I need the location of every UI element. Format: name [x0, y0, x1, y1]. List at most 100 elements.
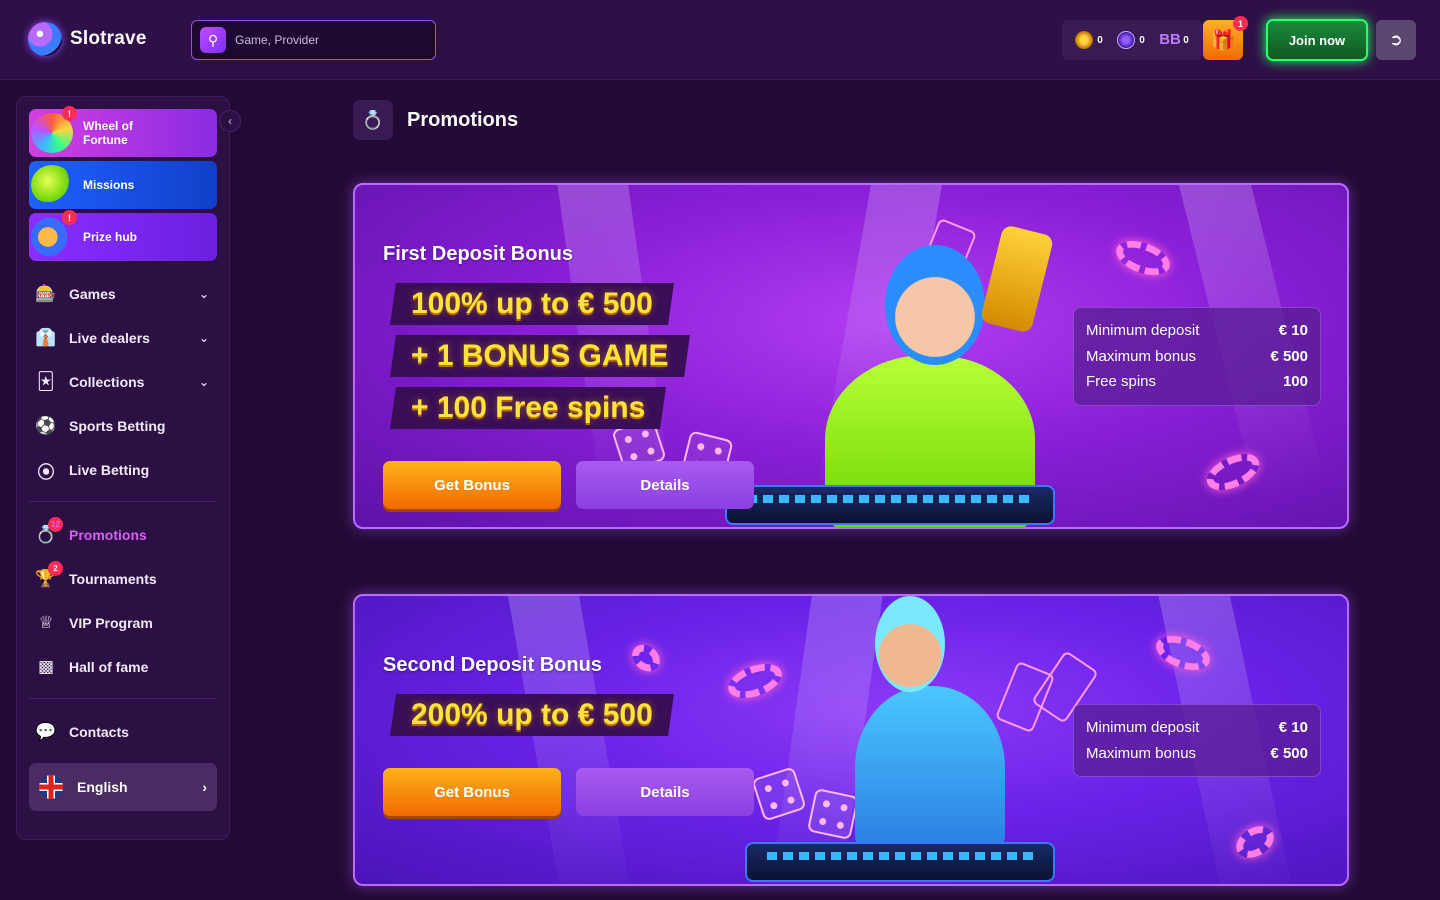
chat-icon: 💬 [35, 722, 57, 741]
spotlight-beam [505, 596, 634, 884]
offer-line: 100% up to € 500 [390, 283, 674, 325]
get-bonus-button[interactable]: Get Bonus [383, 461, 561, 509]
dj-console-illustration [725, 485, 1055, 525]
ring-icon: 💍 [353, 100, 393, 140]
brand-logo[interactable]: Slotrave [28, 22, 147, 56]
sidebar-item-promotions[interactable]: 💍 12 Promotions [35, 517, 215, 550]
dj-girl-head [885, 245, 985, 365]
chevron-down-icon[interactable]: ⌄ [199, 331, 209, 345]
info-label: Free spins [1086, 373, 1157, 391]
dj-guy-illustration [855, 686, 1005, 856]
casino-chip-icon [626, 639, 666, 677]
chevron-down-icon[interactable]: ⌄ [199, 287, 209, 301]
offer-line: 200% up to € 500 [390, 694, 674, 736]
dj-guy-head [875, 596, 945, 692]
bonus-balance-icon: BB [1159, 31, 1181, 48]
ring-icon: 💍 12 [35, 517, 63, 545]
coin-icon [1075, 31, 1094, 49]
missions-icon [31, 165, 73, 205]
join-now-button[interactable]: Join now [1266, 19, 1368, 61]
top-header: Slotrave ⚲ 0 0 BB 0 🎁 1 Join now ➲ [0, 0, 1440, 80]
details-button[interactable]: Details [576, 461, 754, 509]
sidebar-item-label: Missions [83, 178, 135, 192]
bonus-balance-counter[interactable]: BB 0 [1159, 31, 1189, 49]
sidebar-divider [29, 501, 217, 502]
coins-counter[interactable]: 0 [1075, 31, 1103, 49]
search-input[interactable] [235, 33, 415, 47]
sidebar-collapse-button[interactable]: ‹ [219, 110, 241, 132]
wallet-counters[interactable]: 0 0 BB 0 [1062, 20, 1202, 60]
notification-badge: ! [62, 106, 77, 121]
gift-button[interactable]: 🎁 1 [1203, 16, 1248, 60]
trophy-icon: 🏆 2 [35, 561, 63, 589]
sidebar: ! Wheel of Fortune Missions ! Prize hub … [16, 96, 230, 840]
info-label: Minimum deposit [1086, 322, 1200, 340]
search-icon[interactable]: ⚲ [200, 27, 226, 53]
sidebar-item-live-betting[interactable]: ⦿ Live Betting [35, 455, 215, 485]
offer-text: 200% up to € 500 [411, 698, 653, 731]
info-row: Maximum bonus € 500 [1086, 344, 1308, 370]
sidebar-item-live-dealers[interactable]: 👔 Live dealers ⌄ [35, 323, 215, 353]
notification-badge: 12 [48, 517, 63, 532]
sidebar-item-label: Collections [69, 374, 145, 390]
promo-heading: Second Deposit Bonus [383, 654, 602, 676]
free-spins-value: 0 [1139, 34, 1145, 46]
info-label: Maximum bonus [1086, 744, 1197, 762]
broadcast-icon: ⦿ [37, 462, 55, 482]
dice-icon [806, 787, 860, 841]
login-button[interactable]: ➲ [1376, 20, 1416, 60]
language-label: English [77, 779, 128, 795]
sidebar-item-label: Contacts [69, 724, 129, 740]
search-bar[interactable]: ⚲ [191, 20, 436, 60]
chevron-right-icon: › [202, 779, 207, 795]
sidebar-item-contacts[interactable]: 💬 Contacts [35, 717, 215, 747]
sidebar-item-hall-of-fame[interactable]: ▩ Hall of fame [35, 652, 215, 682]
get-bonus-button[interactable]: Get Bonus [383, 768, 561, 816]
cards-icon: 🃏 [37, 372, 55, 391]
offer-text: 100% up to € 500 [411, 287, 653, 320]
soccer-ball-icon: ⚽ [35, 416, 57, 435]
brand-name: Slotrave [70, 28, 147, 49]
info-label: Maximum bonus [1086, 347, 1197, 365]
info-value: € 10 [1278, 719, 1308, 737]
page-title: Promotions [407, 108, 519, 131]
sidebar-item-label: Games [69, 286, 116, 302]
info-value: € 10 [1278, 322, 1308, 340]
info-row: Minimum deposit € 10 [1086, 318, 1308, 344]
sidebar-item-label: Wheel of Fortune [83, 119, 133, 147]
promo-info-box: Minimum deposit € 10 Maximum bonus € 500… [1073, 307, 1321, 406]
sidebar-item-collections[interactable]: 🃏 Collections ⌄ [35, 367, 215, 397]
sidebar-wheel-of-fortune[interactable]: ! Wheel of Fortune [29, 106, 217, 157]
promo-info-box: Minimum deposit € 10 Maximum bonus € 500 [1073, 704, 1321, 777]
sidebar-item-vip-program[interactable]: ♕ VIP Program [35, 608, 215, 638]
chevron-down-icon[interactable]: ⌄ [199, 375, 209, 389]
sidebar-prize-hub[interactable]: ! Prize hub [29, 210, 217, 261]
free-spins-counter[interactable]: 0 [1117, 31, 1145, 49]
promo-card-second-deposit: Second Deposit Bonus 200% up to € 500 Ge… [353, 594, 1349, 886]
bonus-balance-value: 0 [1183, 34, 1189, 46]
notification-badge: 2 [48, 561, 63, 576]
gift-badge: 1 [1233, 16, 1248, 31]
dj-turntable-illustration [745, 842, 1055, 882]
phone-illustration [979, 224, 1055, 334]
casino-chip-icon [1111, 234, 1175, 282]
info-value: € 500 [1270, 347, 1308, 365]
info-value: 100 [1282, 373, 1308, 391]
info-label: Minimum deposit [1086, 719, 1200, 737]
offer-line: + 1 BONUS GAME [390, 335, 690, 377]
sidebar-missions[interactable]: Missions [29, 161, 217, 209]
sidebar-item-games[interactable]: 🎰 Games ⌄ [35, 279, 215, 309]
sidebar-item-label: Live dealers [69, 330, 150, 346]
details-button[interactable]: Details [576, 768, 754, 816]
login-icon: ➲ [1389, 32, 1403, 49]
info-row: Minimum deposit € 10 [1086, 715, 1308, 741]
uk-flag-icon [39, 775, 63, 799]
language-selector[interactable]: English › [29, 763, 217, 811]
notification-badge: ! [62, 210, 77, 225]
casino-chip-icon [723, 657, 787, 705]
sidebar-item-sports-betting[interactable]: ⚽ Sports Betting [35, 411, 215, 441]
info-value: € 500 [1270, 744, 1308, 762]
promo-card-first-deposit: First Deposit Bonus 100% up to € 500 + 1… [353, 183, 1349, 529]
sidebar-item-tournaments[interactable]: 🏆 2 Tournaments [35, 561, 215, 594]
sidebar-item-label: VIP Program [69, 615, 153, 631]
